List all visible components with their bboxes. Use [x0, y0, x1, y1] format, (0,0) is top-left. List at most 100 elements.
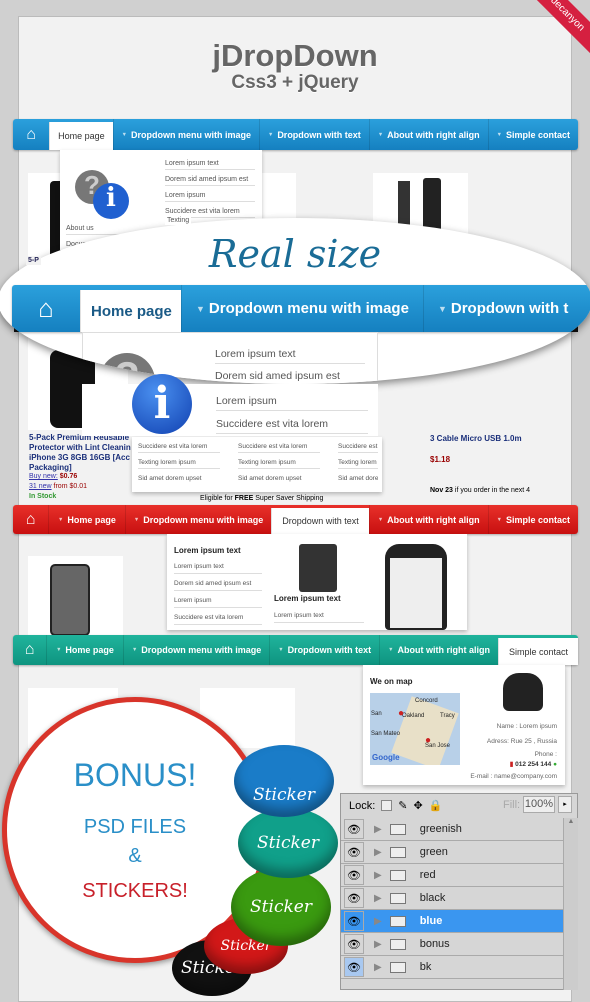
menu-item[interactable]: Succidere est vita lorem: [174, 611, 262, 625]
menu-item[interactable]: Succidere est vita lorem: [138, 441, 220, 453]
home-button[interactable]: ⌂: [13, 119, 49, 150]
buy-link[interactable]: Buy new:: [29, 473, 58, 480]
map-image[interactable]: Concord San Oakland Tracy San Mateo San …: [370, 693, 460, 765]
nav-dropdown-text[interactable]: ▼ Dropdown with text: [258, 119, 369, 150]
visibility-eye-icon[interactable]: 👁: [344, 888, 364, 908]
lock-all-icon[interactable]: 🔒: [429, 799, 443, 812]
layer-row[interactable]: 👁 ▶ bonus: [341, 933, 563, 956]
map-label: Concord: [415, 698, 438, 704]
menu-item[interactable]: Succidere est vita lorem: [338, 441, 378, 453]
phone-number: 012 254 144: [515, 761, 552, 768]
nav-dropdown-image[interactable]: ▼ Dropdown menu with image: [122, 635, 269, 665]
visibility-eye-icon[interactable]: 👁: [344, 819, 364, 839]
lock-brush-icon[interactable]: ✎: [398, 799, 407, 812]
nav-about[interactable]: ▼ About with right align: [368, 505, 488, 534]
layer-row[interactable]: 👁 ▶ blue: [341, 910, 563, 933]
nav-dropdown-image[interactable]: ▼ Dropdown menu with image: [181, 285, 423, 332]
expand-triangle-icon[interactable]: ▶: [374, 824, 382, 835]
nav-home-page[interactable]: Home page: [80, 290, 181, 332]
menu-item[interactable]: Lorem ipsum text: [274, 609, 364, 623]
offers-link[interactable]: 31 new: [29, 483, 52, 490]
magnifier-lens: Real size ⌂ Home page ▼ Dropdown menu wit…: [0, 218, 590, 384]
nav-home-page[interactable]: ▼ Home page: [48, 505, 125, 534]
menu-item[interactable]: Lorem ipsum text: [165, 158, 255, 170]
sticker-teal: Sticker: [238, 808, 338, 878]
contact-name: Name : Lorem ipsum: [496, 723, 557, 730]
expand-triangle-icon[interactable]: ▶: [374, 847, 382, 858]
menu-item[interactable]: Texting lorem ipsum: [238, 457, 320, 469]
nav-contact[interactable]: ▼ Simple contact: [487, 119, 578, 150]
layers-scrollbar[interactable]: ▲: [563, 818, 578, 990]
contact-email: E-mail : name@company.com: [470, 773, 557, 780]
layer-row[interactable]: 👁 ▶ black: [341, 887, 563, 910]
product-title-right[interactable]: 3 Cable Micro USB 1.0m: [430, 434, 522, 443]
menu-item[interactable]: Sid amet dorem upset: [138, 473, 202, 484]
menu-item[interactable]: Lorem ipsum: [216, 392, 368, 411]
visibility-eye-icon[interactable]: 👁: [344, 957, 364, 977]
fill-dropdown-icon[interactable]: ▸: [558, 796, 572, 813]
nav-dropdown-text[interactable]: ▼ Dropdown with t: [422, 285, 582, 332]
visibility-eye-icon[interactable]: 👁: [344, 911, 364, 931]
lock-transparency-icon[interactable]: [381, 800, 393, 811]
nav-label: Home page: [91, 302, 172, 320]
stock-status: In Stock: [29, 493, 57, 500]
layer-row[interactable]: 👁 ▶ red: [341, 864, 563, 887]
expand-triangle-icon[interactable]: ▶: [374, 893, 382, 904]
menu-item[interactable]: Texting: [165, 216, 192, 225]
nav-about[interactable]: ▼ About with right align: [379, 635, 498, 665]
home-icon: ⌂: [38, 293, 54, 323]
home-button[interactable]: ⌂: [13, 635, 46, 665]
visibility-eye-icon[interactable]: 👁: [344, 842, 364, 862]
menu-item[interactable]: Texting lorem ipsum: [338, 457, 378, 469]
nav-dropdown-image[interactable]: ▼ Dropdown menu with image: [112, 119, 259, 150]
product-title[interactable]: 5-Pack Premium Reusable Protector with L…: [29, 433, 134, 473]
lock-label: Lock:: [349, 799, 376, 812]
nav-label: Dropdown menu with image: [208, 300, 409, 317]
menu-item[interactable]: Dorem sid amed ipsum est: [215, 367, 365, 384]
text-dropdown: Lorem ipsum text Lorem ipsum text Dorem …: [167, 534, 467, 630]
nav-dropdown-text[interactable]: Dropdown with text: [271, 508, 369, 534]
nav-contact[interactable]: Simple contact: [497, 638, 578, 665]
expand-triangle-icon[interactable]: ▶: [374, 870, 382, 881]
nav-dropdown-image[interactable]: ▼ Dropdown menu with image: [124, 505, 271, 534]
menu-item[interactable]: Lorem ipsum: [165, 190, 255, 202]
shipping-line: Eligible for FREE Super Saver Shipping: [200, 495, 323, 502]
nav-about[interactable]: ▼ About with right align: [368, 119, 488, 150]
home-button[interactable]: ⌂: [13, 505, 48, 534]
menu-item[interactable]: Sid amet dorem upset: [338, 473, 378, 484]
nav-home-page[interactable]: Home page: [49, 122, 113, 150]
expand-triangle-icon[interactable]: ▶: [374, 962, 382, 973]
sticker-green: Sticker: [231, 868, 331, 946]
layer-row[interactable]: 👁 ▶ green: [341, 841, 563, 864]
layer-row[interactable]: 👁 ▶ bk: [341, 956, 563, 979]
expand-triangle-icon[interactable]: ▶: [374, 939, 382, 950]
visibility-eye-icon[interactable]: 👁: [344, 865, 364, 885]
telephone-image: [503, 673, 543, 711]
menu-item[interactable]: Dorem sid amed ipsum est: [165, 174, 255, 186]
bonus-title: BONUS!: [73, 757, 197, 793]
menu-item[interactable]: Texting lorem ipsum: [138, 457, 220, 469]
visibility-eye-icon[interactable]: 👁: [344, 934, 364, 954]
nav-label: About with right align: [387, 129, 480, 140]
lock-move-icon[interactable]: ✥: [414, 799, 423, 812]
phone-image: [299, 544, 337, 592]
menu-item[interactable]: Lorem ipsum text: [215, 345, 365, 364]
folder-icon: [389, 823, 406, 835]
nav-home-page[interactable]: ▼ Home page: [46, 635, 123, 665]
home-button[interactable]: ⌂: [12, 285, 80, 332]
menu-item[interactable]: Succidere est vita lorem: [238, 441, 320, 453]
menu-item[interactable]: Lorem ipsum: [174, 594, 262, 608]
layer-name: greenish: [419, 823, 462, 835]
expand-triangle-icon[interactable]: ▶: [374, 916, 382, 927]
menu-item[interactable]: Sid amet dorem upset: [238, 473, 302, 484]
folder-icon: [389, 915, 406, 927]
menu-item[interactable]: Dorem sid amed ipsum est: [174, 577, 262, 591]
layer-row[interactable]: 👁 ▶ greenish: [341, 818, 563, 841]
menu-item[interactable]: Succidere est vita lorem: [216, 415, 368, 434]
nav-dropdown-text[interactable]: ▼ Dropdown with text: [269, 635, 379, 665]
menu-item[interactable]: Lorem ipsum text: [174, 560, 262, 574]
fill-input[interactable]: 100%: [523, 796, 555, 813]
nav-contact[interactable]: ▼ Simple contact: [487, 505, 578, 534]
big-blue-nav: ⌂ Home page ▼ Dropdown menu with image ▼ D…: [12, 285, 590, 332]
offers-text: from $0.01: [53, 483, 87, 490]
